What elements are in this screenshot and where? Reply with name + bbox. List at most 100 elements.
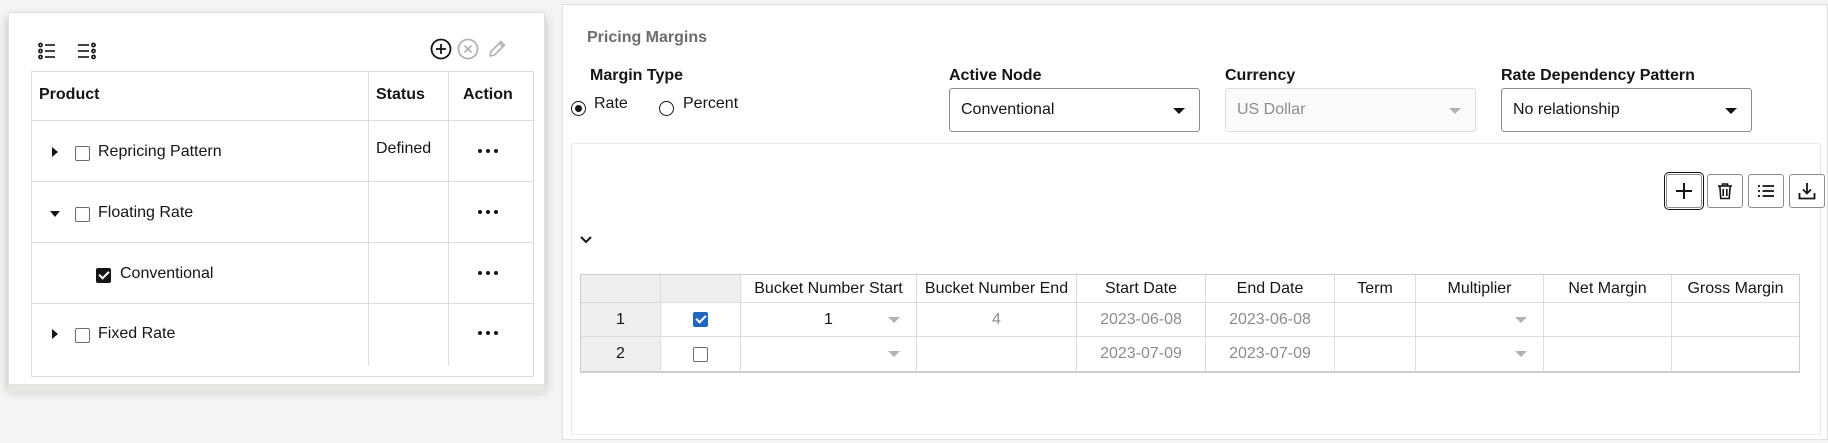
end-date-value: 2023-07-09 — [1229, 345, 1311, 362]
active-node-select[interactable]: Conventional — [949, 88, 1200, 132]
more-actions-icon[interactable] — [478, 331, 498, 335]
margin-type-percent-radio[interactable] — [659, 101, 674, 116]
tree-cell-action — [449, 243, 535, 303]
panel-divider — [8, 385, 545, 395]
chevron-down-icon — [1449, 108, 1461, 114]
row-checkbox[interactable] — [693, 312, 708, 327]
chevron-down-icon[interactable] — [578, 232, 594, 253]
chevron-down-icon — [1173, 108, 1185, 114]
row-checkbox[interactable] — [75, 146, 90, 161]
column-header-bucket-end[interactable]: Bucket Number End — [917, 275, 1077, 302]
chevron-down-icon — [1515, 351, 1527, 357]
tree-node-label: Conventional — [120, 265, 214, 282]
row-select-cell — [661, 337, 741, 371]
bucket-end-cell[interactable] — [917, 337, 1077, 371]
tree-row[interactable]: Repricing Pattern Defined — [32, 121, 533, 182]
column-header-bucket-start[interactable]: Bucket Number Start — [741, 275, 917, 302]
status-text: Defined — [376, 140, 432, 157]
margin-type-rate-radio[interactable] — [571, 101, 586, 116]
column-header-action[interactable]: Action — [449, 72, 535, 120]
row-checkbox[interactable] — [96, 268, 111, 283]
bucket-start-cell[interactable] — [741, 337, 917, 371]
margins-data-grid: Bucket Number Start Bucket Number End St… — [580, 274, 1800, 373]
add-row-button[interactable] — [1666, 174, 1702, 208]
collapse-all-icon[interactable] — [77, 41, 97, 61]
column-header-start-date[interactable]: Start Date — [1077, 275, 1206, 302]
margins-grid-card: Bucket Number Start Bucket Number End St… — [571, 143, 1825, 435]
row-number: 2 — [581, 337, 661, 371]
column-header-status[interactable]: Status — [369, 72, 449, 120]
pricing-margins-panel: Pricing Margins Margin Type Rate Percent… — [562, 4, 1828, 440]
tree-cell-status — [369, 304, 449, 365]
product-hierarchy-panel: Product Status Action Repricing Pattern … — [8, 12, 545, 385]
column-header-gross-margin[interactable]: Gross Margin — [1672, 275, 1799, 302]
row-checkbox[interactable] — [693, 346, 708, 362]
column-options-button[interactable] — [1748, 174, 1784, 208]
more-actions-icon[interactable] — [478, 271, 498, 275]
bucket-start-value: 1 — [824, 310, 833, 328]
remove-node-icon[interactable] — [457, 38, 479, 60]
expand-caret-icon[interactable] — [52, 329, 58, 339]
tree-cell-status — [369, 243, 449, 303]
start-date-cell[interactable]: 2023-07-09 — [1077, 337, 1206, 371]
active-node-label: Active Node — [949, 67, 1042, 84]
tree-cell-product: Repricing Pattern — [32, 121, 369, 181]
term-cell[interactable] — [1335, 337, 1416, 371]
add-node-icon[interactable] — [430, 38, 452, 60]
margin-type-label: Margin Type — [590, 67, 684, 84]
start-date-value: 2023-06-08 — [1100, 310, 1182, 328]
column-header-end-date[interactable]: End Date — [1206, 275, 1335, 302]
rate-dependency-value: No relationship — [1513, 101, 1620, 118]
bucket-end-cell[interactable]: 4 — [917, 303, 1077, 336]
multiplier-cell[interactable] — [1416, 303, 1544, 336]
row-select-cell — [661, 303, 741, 336]
plus-icon — [1676, 183, 1692, 199]
expand-caret-icon[interactable] — [52, 147, 58, 157]
net-margin-cell[interactable] — [1544, 303, 1672, 336]
select-column-header — [661, 275, 741, 302]
net-margin-cell[interactable] — [1544, 337, 1672, 371]
start-date-value: 2023-07-09 — [1100, 345, 1182, 362]
collapse-caret-icon[interactable] — [50, 211, 60, 217]
tree-node-label: Fixed Rate — [98, 325, 176, 342]
column-header-product[interactable]: Product — [32, 72, 369, 120]
tree-row[interactable]: Fixed Rate — [32, 304, 533, 365]
tree-node-label: Repricing Pattern — [98, 143, 222, 160]
margin-type-percent-label[interactable]: Percent — [683, 95, 738, 113]
bucket-end-value: 4 — [992, 310, 1001, 328]
row-checkbox[interactable] — [75, 328, 90, 343]
bucket-start-cell[interactable]: 1 — [741, 303, 917, 336]
tree-cell-action — [449, 121, 535, 181]
tree-cell-product: Conventional — [32, 243, 369, 303]
table-row[interactable]: 2 2023-07-09 2023-07-09 — [581, 337, 1799, 371]
expand-all-icon[interactable] — [37, 41, 57, 61]
rate-dependency-select[interactable]: No relationship — [1501, 88, 1752, 132]
end-date-value: 2023-06-08 — [1229, 310, 1311, 328]
tree-cell-status: Defined — [369, 121, 449, 181]
tree-row[interactable]: Floating Rate — [32, 182, 533, 243]
margin-type-rate-label[interactable]: Rate — [594, 95, 628, 113]
tree-cell-action — [449, 304, 535, 365]
table-row[interactable]: 1 1 4 2023-06-08 2023-06-08 — [581, 303, 1799, 337]
column-header-multiplier[interactable]: Multiplier — [1416, 275, 1544, 302]
download-button[interactable] — [1789, 174, 1825, 208]
row-checkbox[interactable] — [75, 207, 90, 222]
term-cell[interactable] — [1335, 303, 1416, 336]
tree-row[interactable]: Conventional — [32, 243, 533, 304]
gross-margin-cell[interactable] — [1672, 303, 1799, 336]
more-actions-icon[interactable] — [478, 210, 498, 214]
more-actions-icon[interactable] — [478, 149, 498, 153]
end-date-cell[interactable]: 2023-06-08 — [1206, 303, 1335, 336]
column-header-term[interactable]: Term — [1335, 275, 1416, 302]
chevron-down-icon — [888, 351, 900, 357]
column-header-net-margin[interactable]: Net Margin — [1544, 275, 1672, 302]
tree-header-row: Product Status Action — [32, 72, 533, 121]
end-date-cell[interactable]: 2023-07-09 — [1206, 337, 1335, 371]
download-icon — [1798, 183, 1816, 200]
tree-cell-product: Floating Rate — [32, 182, 369, 242]
edit-pencil-icon[interactable] — [486, 38, 508, 60]
start-date-cell[interactable]: 2023-06-08 — [1077, 303, 1206, 336]
gross-margin-cell[interactable] — [1672, 337, 1799, 371]
delete-row-button[interactable] — [1707, 174, 1743, 208]
multiplier-cell[interactable] — [1416, 337, 1544, 371]
